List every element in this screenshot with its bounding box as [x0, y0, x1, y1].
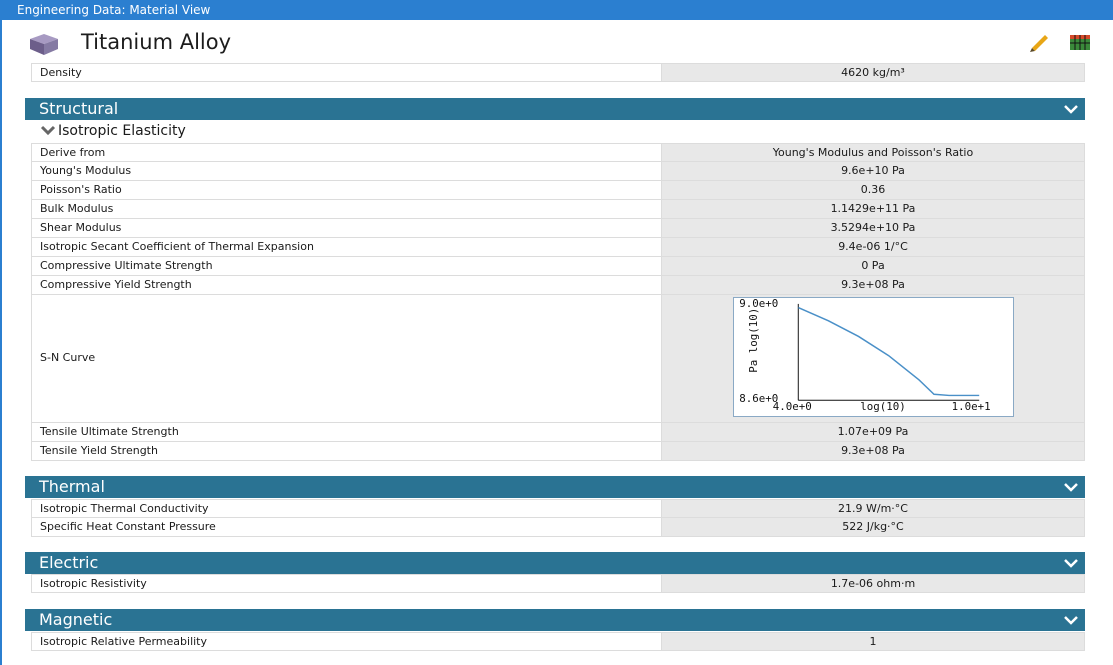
- property-label: Isotropic Secant Coefficient of Thermal …: [32, 238, 662, 256]
- chevron-down-icon[interactable]: [1063, 103, 1079, 115]
- cube-icon: [30, 34, 58, 55]
- property-label: Poisson's Ratio: [32, 181, 662, 199]
- property-value[interactable]: 522 J/kg·°C: [662, 518, 1084, 536]
- subsection-isotropic-elasticity[interactable]: Isotropic Elasticity: [40, 123, 186, 143]
- property-row: Compressive Ultimate Strength 0 Pa: [31, 257, 1085, 276]
- property-row: Derive from Young's Modulus and Poisson's…: [31, 143, 1085, 162]
- property-label: Tensile Ultimate Strength: [32, 423, 662, 441]
- property-label: Young's Modulus: [32, 162, 662, 180]
- property-row: Tensile Ultimate Strength 1.07e+09 Pa: [31, 423, 1085, 442]
- property-value[interactable]: 1.1429e+11 Pa: [662, 200, 1084, 218]
- property-row: Isotropic Resistivity 1.7e-06 ohm·m: [31, 574, 1085, 593]
- property-row-density: Density 4620 kg/m³: [31, 63, 1085, 82]
- sn-curve-series-line: [797, 306, 980, 397]
- material-title: Titanium Alloy: [81, 30, 232, 54]
- property-value[interactable]: Young's Modulus and Poisson's Ratio: [662, 144, 1084, 161]
- pencil-icon[interactable]: [1028, 30, 1052, 52]
- property-label: Isotropic Relative Permeability: [32, 633, 662, 650]
- section-title: Thermal: [39, 477, 105, 496]
- x-tick-label: 4.0e+0: [773, 400, 812, 413]
- property-value[interactable]: 4620 kg/m³: [662, 64, 1084, 81]
- property-label: Shear Modulus: [32, 219, 662, 237]
- chevron-down-icon[interactable]: [1063, 557, 1079, 569]
- property-label: Tensile Yield Strength: [32, 442, 662, 460]
- property-label: S-N Curve: [32, 295, 662, 422]
- property-value[interactable]: 1.07e+09 Pa: [662, 423, 1084, 441]
- property-label: Derive from: [32, 144, 662, 161]
- property-row: Compressive Yield Strength 9.3e+08 Pa: [31, 276, 1085, 295]
- property-label: Isotropic Resistivity: [32, 575, 662, 592]
- subsection-title: Isotropic Elasticity: [58, 123, 186, 139]
- property-label: Specific Heat Constant Pressure: [32, 518, 662, 536]
- window-left-border: [0, 20, 2, 665]
- section-magnetic[interactable]: Magnetic: [25, 609, 1085, 631]
- section-title: Structural: [39, 99, 119, 118]
- x-axis-label: log(10): [860, 400, 906, 413]
- property-row: Isotropic Relative Permeability 1: [31, 632, 1085, 651]
- property-value[interactable]: 9.3e+08 Pa: [662, 276, 1084, 294]
- property-label: Bulk Modulus: [32, 200, 662, 218]
- property-value[interactable]: 1: [662, 633, 1084, 650]
- property-row: Specific Heat Constant Pressure 522 J/kg·…: [31, 518, 1085, 537]
- property-label: Compressive Yield Strength: [32, 276, 662, 294]
- window-title-bar: Engineering Data: Material View: [0, 0, 1113, 20]
- property-value[interactable]: 9.4e-06 1/°C: [662, 238, 1084, 256]
- property-row: Isotropic Secant Coefficient of Thermal …: [31, 238, 1085, 257]
- property-value[interactable]: 3.5294e+10 Pa: [662, 219, 1084, 237]
- section-title: Electric: [39, 553, 99, 572]
- x-tick-label: 1.0e+1: [952, 400, 991, 413]
- property-value[interactable]: 9.3e+08 Pa: [662, 442, 1084, 460]
- sn-curve-chart[interactable]: 9.0e+0 8.6e+0 4.0e+0 1.0e+1 log(10) Pa l…: [733, 297, 1014, 417]
- section-thermal[interactable]: Thermal: [25, 476, 1085, 498]
- property-row: Young's Modulus 9.6e+10 Pa: [31, 162, 1085, 181]
- material-header: Titanium Alloy: [28, 28, 1098, 58]
- property-row: Shear Modulus 3.5294e+10 Pa: [31, 219, 1085, 238]
- property-row: Isotropic Thermal Conductivity 21.9 W/m·°…: [31, 499, 1085, 518]
- property-value[interactable]: 0 Pa: [662, 257, 1084, 275]
- chevron-down-icon[interactable]: [1063, 614, 1079, 626]
- property-row: Bulk Modulus 1.1429e+11 Pa: [31, 200, 1085, 219]
- property-label: Compressive Ultimate Strength: [32, 257, 662, 275]
- property-label: Isotropic Thermal Conductivity: [32, 500, 662, 517]
- property-value[interactable]: 9.6e+10 Pa: [662, 162, 1084, 180]
- section-title: Magnetic: [39, 610, 113, 629]
- property-row: Poisson's Ratio 0.36: [31, 181, 1085, 200]
- property-label: Density: [32, 64, 662, 81]
- section-electric[interactable]: Electric: [25, 552, 1085, 574]
- property-row: Tensile Yield Strength 9.3e+08 Pa: [31, 442, 1085, 461]
- section-structural[interactable]: Structural: [25, 98, 1085, 120]
- sn-curve-svg: 9.0e+0 8.6e+0 4.0e+0 1.0e+1 log(10) Pa l…: [739, 298, 991, 413]
- window-title: Engineering Data: Material View: [17, 3, 211, 17]
- chevron-down-icon[interactable]: [1063, 481, 1079, 493]
- chevron-down-icon[interactable]: [40, 124, 56, 136]
- property-value[interactable]: 21.9 W/m·°C: [662, 500, 1084, 517]
- property-value[interactable]: 0.36: [662, 181, 1084, 199]
- grid-icon[interactable]: [1068, 32, 1092, 52]
- property-value[interactable]: 1.7e-06 ohm·m: [662, 575, 1084, 592]
- y-axis-label: Pa log(10): [747, 308, 760, 373]
